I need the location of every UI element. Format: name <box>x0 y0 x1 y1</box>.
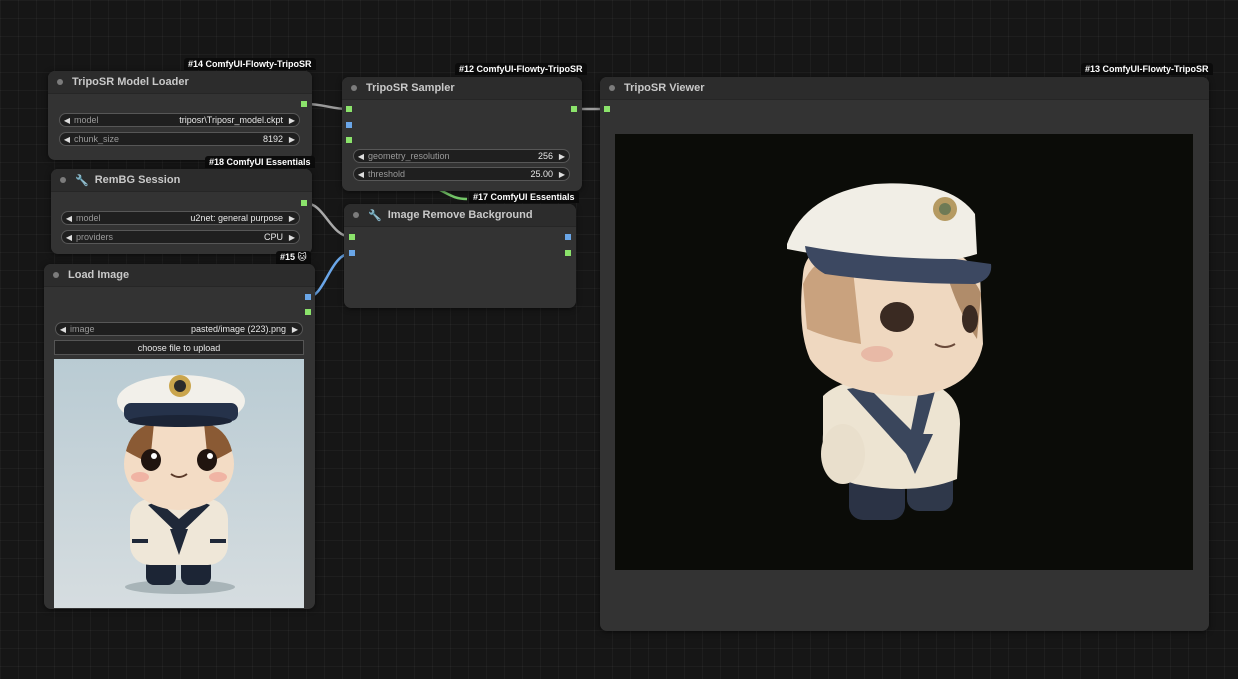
left-arrow-icon[interactable]: ◀ <box>354 170 368 179</box>
node-title: TripoSR Model Loader <box>72 76 189 88</box>
widget-name: model <box>76 213 101 223</box>
chibi-sailor-figure-image <box>54 359 304 608</box>
node-title-bar[interactable]: 🔧 RemBG Session <box>51 169 312 192</box>
right-arrow-icon[interactable]: ▶ <box>288 325 302 334</box>
node-triposr-viewer[interactable]: TripoSR Viewer <box>600 77 1209 631</box>
widget-providers[interactable]: ◀ providers CPU ▶ <box>61 230 300 244</box>
widget-value: triposr\Triposr_model.ckpt <box>179 115 283 125</box>
widget-name: geometry_resolution <box>368 151 450 161</box>
widget-name: chunk_size <box>74 134 120 144</box>
widget-name: model <box>74 115 99 125</box>
output-slot-mesh[interactable] <box>571 106 577 112</box>
3d-mesh-figure <box>787 183 992 520</box>
left-arrow-icon[interactable]: ◀ <box>62 214 76 223</box>
widget-chunk-size[interactable]: ◀ chunk_size 8192 ▶ <box>59 132 300 146</box>
widget-name: providers <box>76 232 114 242</box>
output-slot-mask[interactable] <box>305 309 311 315</box>
output-slot-mask[interactable] <box>565 250 571 256</box>
output-slot-model[interactable] <box>301 101 307 107</box>
3d-viewport[interactable] <box>615 134 1193 570</box>
widget-geometry-resolution[interactable]: ◀ geometry_resolution 256 ▶ <box>353 149 570 163</box>
node-title-bar[interactable]: 🔧 Image Remove Background <box>344 204 576 227</box>
node-title-bar[interactable]: TripoSR Model Loader <box>48 71 312 94</box>
widget-rembg-model[interactable]: ◀ model u2net: general purpose ▶ <box>61 211 300 225</box>
collapse-dot-icon[interactable] <box>53 272 59 278</box>
node-triposr-sampler[interactable]: TripoSR Sampler ◀ geometry_resolution 25… <box>342 77 582 191</box>
collapse-dot-icon[interactable] <box>609 85 615 91</box>
widget-image-combo[interactable]: ◀ image pasted/image (223).png ▶ <box>55 322 303 336</box>
widget-value: CPU <box>263 232 283 242</box>
node-title: RemBG Session <box>94 174 181 186</box>
collapse-dot-icon[interactable] <box>60 177 66 183</box>
right-arrow-icon[interactable]: ▶ <box>285 233 299 242</box>
node-title: Load Image <box>68 269 130 281</box>
output-slot-rembg-session[interactable] <box>301 200 307 206</box>
image-preview <box>54 359 304 608</box>
node-badge-load-image: #15 🐱 <box>276 251 311 264</box>
right-arrow-icon[interactable]: ▶ <box>555 170 569 179</box>
collapse-dot-icon[interactable] <box>353 212 359 218</box>
wrench-icon: 🔧 <box>75 174 89 187</box>
widget-value: 256 <box>537 151 553 161</box>
output-slot-image[interactable] <box>305 294 311 300</box>
left-arrow-icon[interactable]: ◀ <box>60 116 74 125</box>
node-badge-viewer: #13 ComfyUI-Flowty-TripoSR <box>1081 63 1213 75</box>
node-load-image[interactable]: Load Image ◀ image pasted/image (223).pn… <box>44 264 315 609</box>
left-arrow-icon[interactable]: ◀ <box>60 135 74 144</box>
widget-value: 8192 <box>262 134 283 144</box>
collapse-dot-icon[interactable] <box>57 79 63 85</box>
widget-value: pasted/image (223).png <box>190 324 286 334</box>
node-badge-remove-bg: #17 ComfyUI Essentials <box>469 191 579 203</box>
node-rembg-session[interactable]: 🔧 RemBG Session ◀ model u2net: general p… <box>51 169 312 254</box>
link-rembg-to-sampler <box>439 188 468 201</box>
widget-threshold[interactable]: ◀ threshold 25.00 ▶ <box>353 167 570 181</box>
collapse-dot-icon[interactable] <box>351 85 357 91</box>
input-slot-rembg-session[interactable] <box>349 234 355 240</box>
left-arrow-icon[interactable]: ◀ <box>354 152 368 161</box>
input-slot-model[interactable] <box>346 106 352 112</box>
node-title-bar[interactable]: TripoSR Sampler <box>342 77 582 100</box>
wrench-icon: 🔧 <box>368 209 382 222</box>
right-arrow-icon[interactable]: ▶ <box>555 152 569 161</box>
upload-button[interactable]: choose file to upload <box>54 340 304 355</box>
input-slot-image[interactable] <box>349 250 355 256</box>
node-badge-model-loader: #14 ComfyUI-Flowty-TripoSR <box>184 58 316 70</box>
input-slot-reference-mask[interactable] <box>346 137 352 143</box>
left-arrow-icon[interactable]: ◀ <box>56 325 70 334</box>
node-badge-rembg-session: #18 ComfyUI Essentials <box>205 156 315 168</box>
node-title: Image Remove Background <box>387 209 533 221</box>
output-slot-image[interactable] <box>565 234 571 240</box>
node-triposr-model-loader[interactable]: TripoSR Model Loader ◀ model triposr\Tri… <box>48 71 312 160</box>
widget-value: u2net: general purpose <box>190 213 283 223</box>
right-arrow-icon[interactable]: ▶ <box>285 214 299 223</box>
input-slot-mesh[interactable] <box>604 106 610 112</box>
widget-value: 25.00 <box>530 169 553 179</box>
node-image-remove-background[interactable]: 🔧 Image Remove Background <box>344 204 576 308</box>
left-arrow-icon[interactable]: ◀ <box>62 233 76 242</box>
node-badge-sampler: #12 ComfyUI-Flowty-TripoSR <box>455 63 587 75</box>
node-title: TripoSR Viewer <box>624 82 705 94</box>
widget-model-combo[interactable]: ◀ model triposr\Triposr_model.ckpt ▶ <box>59 113 300 127</box>
right-arrow-icon[interactable]: ▶ <box>285 135 299 144</box>
node-title-bar[interactable]: Load Image <box>44 264 315 287</box>
right-arrow-icon[interactable]: ▶ <box>285 116 299 125</box>
widget-name: image <box>70 324 95 334</box>
input-slot-reference-image[interactable] <box>346 122 352 128</box>
node-title: TripoSR Sampler <box>366 82 455 94</box>
widget-name: threshold <box>368 169 406 179</box>
node-title-bar[interactable]: TripoSR Viewer <box>600 77 1209 100</box>
